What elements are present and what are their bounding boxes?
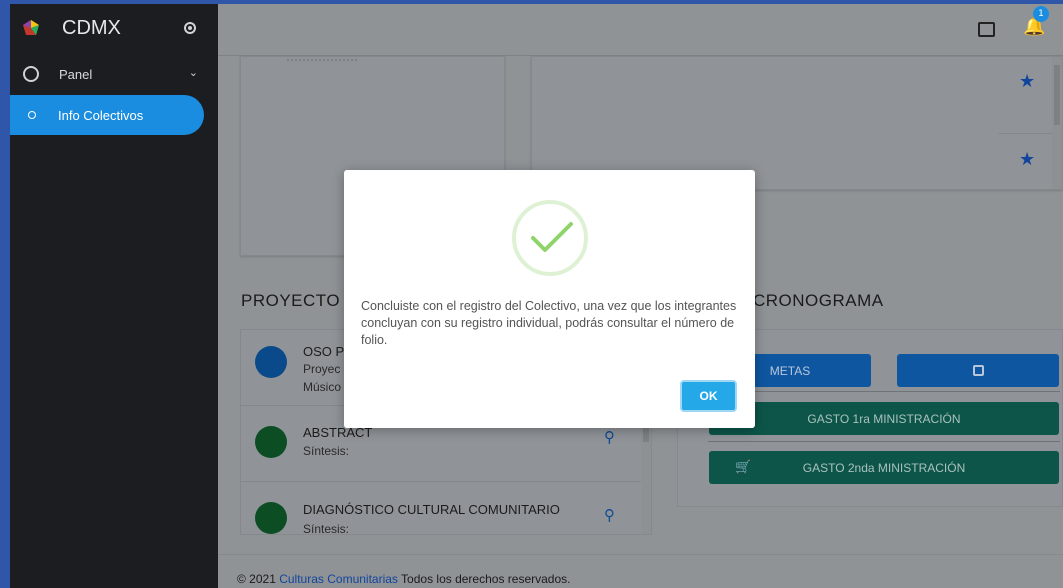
calendar-button[interactable] (897, 354, 1059, 387)
document-icon (255, 346, 287, 378)
list-item[interactable]: DIAGNÓSTICO CULTURAL COMUNITARIO Síntesi… (241, 482, 641, 535)
palette-icon (23, 66, 39, 82)
brand-title: CDMX (62, 16, 121, 39)
scrollbar[interactable] (1052, 57, 1062, 189)
dialog-message: Concluiste con el registro del Colectivo… (361, 299, 737, 347)
sidebar-item-info-colectivos[interactable]: Info Colectivos (10, 95, 204, 135)
fullscreen-icon[interactable] (978, 22, 995, 37)
list-item-title: OSO P (303, 344, 345, 359)
footer-suffix: Todos los derechos reservados. (397, 572, 571, 586)
star-icon[interactable]: ★ (1019, 71, 1035, 92)
chevron-down-icon: ⌄ (188, 67, 198, 79)
sidebar-toggle-icon[interactable] (184, 22, 196, 34)
folder-icon (255, 426, 287, 458)
footer: © 2021 Culturas Comunitarias Todos los d… (218, 554, 1063, 588)
cart-icon: 🛒 (735, 459, 752, 474)
scrollbar-thumb[interactable] (643, 426, 649, 442)
logo-icon (23, 20, 39, 35)
list-item-line: Proyec (303, 362, 341, 376)
topbar: 🔔 1 (218, 4, 1063, 56)
sidebar-item-label: Info Colectivos (58, 107, 144, 123)
success-dialog: Concluiste con el registro del Colectivo… (344, 170, 755, 428)
circle-icon (28, 111, 36, 119)
divider (708, 441, 1060, 442)
sidebar: CDMX Panel ⌄ Info Colectivos (10, 4, 218, 588)
notification-badge: 1 (1033, 6, 1049, 22)
footer-link[interactable]: Culturas Comunitarias (279, 572, 398, 586)
success-check-icon (512, 200, 588, 276)
brand[interactable]: CDMX (10, 4, 218, 52)
list-item-subtitle: Síntesis: (303, 444, 350, 458)
list-item-line: Músico (303, 380, 342, 394)
sidebar-item-label: Panel (59, 66, 93, 82)
search-icon[interactable]: ⚲ (604, 428, 615, 446)
footer-prefix: © 2021 (237, 572, 280, 586)
calendar-icon (972, 365, 984, 376)
checkmark-icon (531, 222, 573, 252)
gasto-2nda-label: GASTO 2nda MINISTRACIÓN (802, 460, 966, 475)
sidebar-item-panel[interactable]: Panel ⌄ (10, 54, 218, 94)
gasto-1ra-button[interactable]: GASTO 1ra MINISTRACIÓN (709, 402, 1059, 435)
window-left-border (0, 0, 10, 588)
scrollbar[interactable] (641, 426, 651, 534)
star-icon[interactable]: ★ (1019, 149, 1035, 170)
schedule-section-title: CRONOGRAMA (753, 291, 884, 310)
divider (708, 391, 1060, 392)
list-item-title: DIAGNÓSTICO CULTURAL COMUNITARIO (303, 502, 560, 517)
ok-button[interactable]: OK (680, 380, 737, 412)
search-icon[interactable]: ⚲ (604, 506, 615, 524)
divider (287, 59, 357, 62)
project-section-title: PROYECTO (241, 291, 341, 310)
divider (998, 133, 1054, 134)
list-item-subtitle: Síntesis: (303, 522, 350, 535)
gasto-2nda-button[interactable]: 🛒 GASTO 2nda MINISTRACIÓN (709, 451, 1059, 484)
folder-icon (255, 502, 287, 534)
scrollbar-thumb[interactable] (1054, 65, 1060, 125)
